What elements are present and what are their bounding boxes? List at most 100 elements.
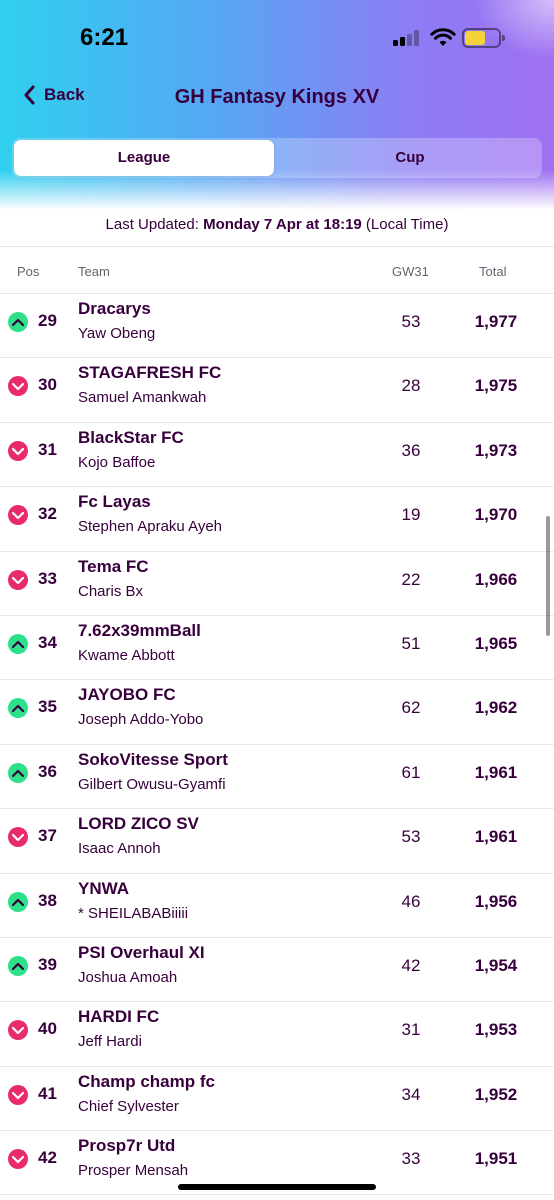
tab-cup[interactable]: Cup: [280, 140, 540, 176]
table-row[interactable]: 35 JAYOBO FC Joseph Addo-Yobo 62 1,962: [0, 680, 554, 745]
tab-league[interactable]: League: [14, 140, 274, 176]
row-manager-name: Charis Bx: [78, 582, 144, 600]
arrow-up-icon: [8, 762, 28, 783]
battery-icon: [462, 28, 506, 48]
row-team-name[interactable]: PSI Overhaul XI: [78, 943, 205, 963]
scrollbar[interactable]: [546, 516, 550, 636]
arrow-down-icon: [8, 505, 28, 526]
arrow-down-icon: [8, 376, 28, 397]
home-indicator[interactable]: [178, 1184, 376, 1190]
column-header-gw: GW31: [392, 264, 429, 279]
last-updated-date: Monday 7 Apr at 18:19: [203, 216, 362, 233]
table-row[interactable]: 37 LORD ZICO SV Isaac Annoh 53 1,961: [0, 809, 554, 874]
column-header-total: Total: [479, 264, 507, 279]
row-total-points: 1,975: [474, 376, 518, 396]
row-team-name[interactable]: Champ champ fc: [78, 1072, 215, 1092]
table-row[interactable]: 41 Champ champ fc Chief Sylvester 34 1,952: [0, 1067, 554, 1132]
row-position: 38: [38, 890, 57, 910]
table-row[interactable]: 29 Dracarys Yaw Obeng 53 1,977: [0, 294, 554, 359]
row-total-points: 1,965: [474, 633, 518, 653]
arrow-up-icon: [8, 312, 28, 332]
row-team-name[interactable]: YNWA: [78, 879, 129, 899]
row-total-points: 1,953: [474, 1020, 518, 1040]
arrow-up-icon: [8, 633, 28, 654]
row-team-name[interactable]: Prosp7r Utd: [78, 1136, 175, 1156]
row-manager-name: Chief Sylvester: [78, 1097, 179, 1115]
row-gw-points: 62: [401, 698, 421, 718]
row-gw-points: 19: [401, 505, 421, 525]
row-total-points: 1,977: [474, 312, 518, 331]
row-manager-name: Joseph Addo-Yobo: [78, 711, 204, 729]
arrow-down-icon: [8, 1149, 28, 1170]
row-team-name[interactable]: Dracarys: [78, 299, 151, 319]
cellular-signal-icon: [393, 30, 423, 46]
row-gw-points: 36: [401, 440, 421, 460]
row-team-name[interactable]: 7.62x39mmBall: [78, 621, 201, 641]
table-row[interactable]: 39 PSI Overhaul XI Joshua Amoah 42 1,954: [0, 938, 554, 1003]
table-row[interactable]: 31 BlackStar FC Kojo Baffoe 36 1,973: [0, 423, 554, 488]
row-total-points: 1,956: [474, 891, 518, 911]
last-updated-prefix: Last Updated:: [105, 216, 204, 233]
segmented-control: League Cup: [12, 138, 542, 178]
row-manager-name: Kwame Abbott: [78, 646, 175, 664]
row-team-name[interactable]: Fc Layas: [78, 492, 151, 512]
table-row[interactable]: 32 Fc Layas Stephen Apraku Ayeh 19 1,970: [0, 487, 554, 552]
column-header-team: Team: [78, 264, 110, 279]
row-position: 40: [38, 1019, 57, 1039]
arrow-down-icon: [8, 569, 28, 590]
arrow-down-icon: [8, 440, 28, 461]
last-updated-text: Last Updated: Monday 7 Apr at 18:19 (Loc…: [0, 216, 554, 233]
status-bar: 6:21: [0, 0, 554, 70]
wifi-icon: [430, 28, 456, 46]
arrow-down-icon: [8, 1084, 28, 1105]
row-position: 34: [38, 632, 57, 652]
row-team-name[interactable]: SokoVitesse Sport: [78, 750, 228, 770]
row-position: 29: [38, 311, 57, 330]
row-total-points: 1,962: [474, 698, 518, 718]
row-total-points: 1,954: [474, 955, 518, 975]
page-title: GH Fantasy Kings XV: [174, 86, 380, 108]
row-total-points: 1,961: [474, 762, 518, 782]
table-row[interactable]: 30 STAGAFRESH FC Samuel Amankwah 28 1,975: [0, 358, 554, 423]
row-gw-points: 22: [401, 569, 421, 589]
table-row[interactable]: 38 YNWA * SHEILABABiiiii 46 1,956: [0, 874, 554, 938]
table-row[interactable]: 36 SokoVitesse Sport Gilbert Owusu-Gyamfi 6…: [0, 745, 554, 810]
row-team-name[interactable]: STAGAFRESH FC: [78, 363, 221, 383]
arrow-up-icon: [8, 891, 28, 912]
row-manager-name: Yaw Obeng: [78, 325, 156, 342]
row-position: 35: [38, 697, 57, 717]
row-position: 31: [38, 439, 57, 459]
row-gw-points: 61: [401, 762, 421, 782]
row-position: 37: [38, 826, 57, 846]
row-total-points: 1,973: [474, 440, 518, 460]
table-row[interactable]: 33 Tema FC Charis Bx 22 1,966: [0, 552, 554, 616]
row-position: 32: [38, 504, 57, 524]
row-team-name[interactable]: BlackStar FC: [78, 428, 184, 448]
row-manager-name: Prosper Mensah: [78, 1162, 189, 1180]
status-time: 6:21: [80, 24, 129, 51]
row-team-name[interactable]: LORD ZICO SV: [78, 814, 199, 834]
row-gw-points: 53: [401, 827, 421, 847]
arrow-down-icon: [8, 1020, 28, 1041]
row-manager-name: Kojo Baffoe: [78, 453, 156, 471]
row-team-name[interactable]: Tema FC: [78, 557, 149, 577]
row-gw-points: 34: [401, 1084, 421, 1104]
row-team-name[interactable]: HARDI FC: [78, 1007, 159, 1027]
row-manager-name: Stephen Apraku Ayeh: [78, 518, 223, 536]
row-position: 39: [38, 954, 57, 974]
row-total-points: 1,961: [474, 827, 518, 847]
arrow-up-icon: [8, 955, 28, 976]
row-manager-name: * SHEILABABiiiii: [78, 904, 189, 922]
navigation-bar: Back GH Fantasy Kings XV: [0, 72, 554, 122]
row-total-points: 1,952: [474, 1084, 518, 1104]
table-row[interactable]: 40 HARDI FC Jeff Hardi 31 1,953: [0, 1002, 554, 1067]
row-team-name[interactable]: JAYOBO FC: [78, 685, 176, 705]
row-manager-name: Samuel Amankwah: [78, 389, 207, 407]
table-row[interactable]: 34 7.62x39mmBall Kwame Abbott 51 1,965: [0, 616, 554, 681]
last-updated-suffix: (Local Time): [361, 216, 449, 233]
row-total-points: 1,951: [474, 1149, 518, 1169]
row-position: 42: [38, 1148, 57, 1168]
row-position: 41: [38, 1083, 57, 1103]
row-manager-name: Isaac Annoh: [78, 840, 161, 858]
column-header-pos: Pos: [17, 264, 40, 279]
